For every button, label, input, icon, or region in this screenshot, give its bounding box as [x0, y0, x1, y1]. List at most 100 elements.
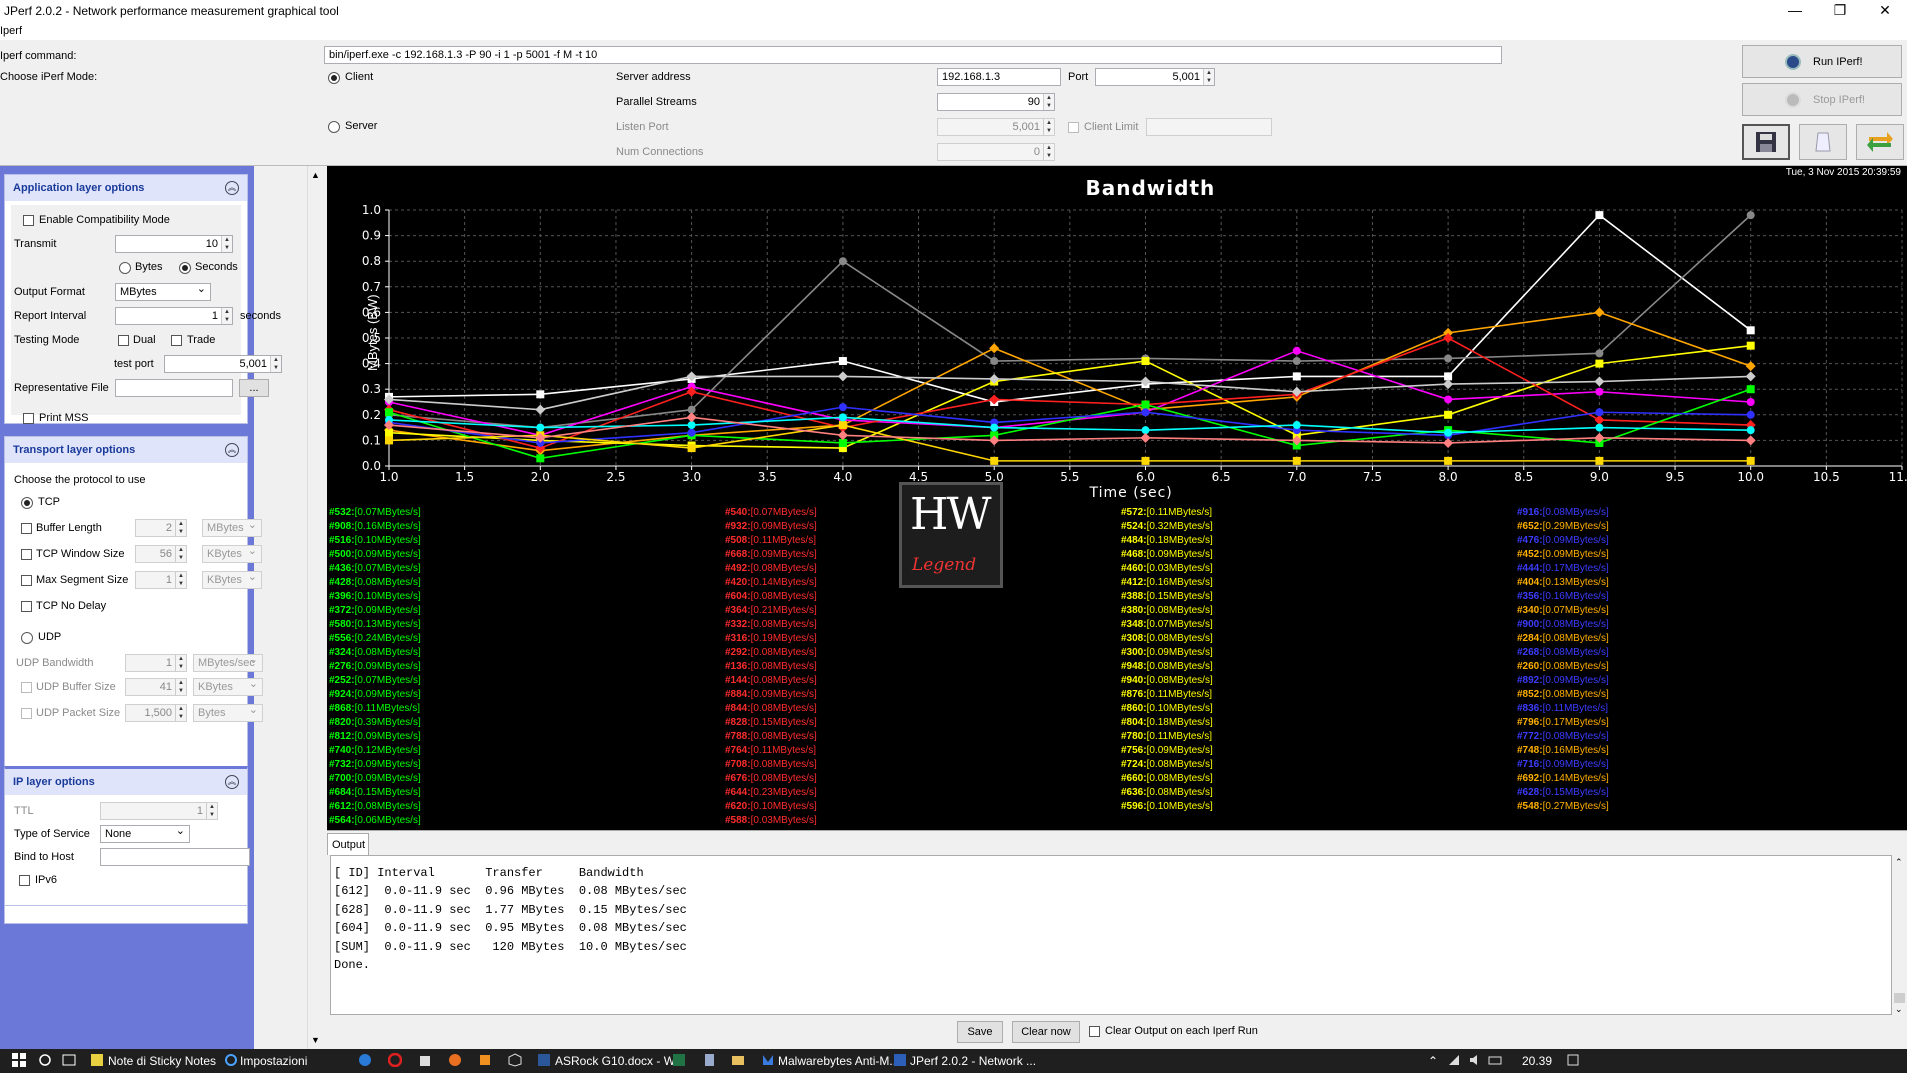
taskbar-item-sticky-notes[interactable]: Note di Sticky Notes	[108, 1054, 216, 1068]
buffer-spinner[interactable]: ▲ ▼	[175, 520, 186, 536]
edge-icon[interactable]	[358, 1053, 372, 1067]
folder-icon[interactable]	[731, 1053, 745, 1067]
collapse-chevron-icon[interactable]: ︽	[225, 181, 239, 195]
taskbar-item-word[interactable]: ASRock G10.docx - W...	[555, 1054, 684, 1068]
mss-spinner[interactable]: ▲ ▼	[175, 572, 186, 588]
close-button[interactable]: ✕	[1863, 0, 1907, 22]
collapse-chevron-icon[interactable]: ︽	[225, 443, 239, 457]
maximize-button[interactable]: ❐	[1818, 0, 1862, 22]
ttl-spinner[interactable]: ▲ ▼	[206, 803, 217, 819]
server-address-field[interactable]: 192.168.1.3	[937, 68, 1061, 86]
tcp-window-field[interactable]: 56 ▲ ▼	[135, 545, 187, 563]
scroll-up-icon[interactable]: ⌃	[1895, 857, 1903, 868]
udp-packet-field[interactable]: 1,500 ▲ ▼	[125, 704, 187, 722]
transmit-field[interactable]: 10 ▲ ▼	[115, 235, 233, 253]
listen-port-field[interactable]: 5,001 ▲ ▼	[937, 118, 1055, 136]
scroll-thumb[interactable]	[1894, 993, 1905, 1003]
windows-start-icon[interactable]	[12, 1053, 26, 1067]
udp-buffer-checkbox[interactable]	[21, 682, 32, 693]
excel-icon[interactable]	[672, 1053, 686, 1067]
port-field[interactable]: 5,001 ▲ ▼	[1095, 68, 1215, 86]
rep-file-field[interactable]	[115, 379, 233, 397]
taskbar-item-malwarebytes[interactable]: Malwarebytes Anti-M...	[778, 1054, 899, 1068]
save-output-button[interactable]: Save	[957, 1021, 1003, 1043]
media-player-icon[interactable]	[478, 1053, 492, 1067]
output-console[interactable]: [ ID] Interval Transfer Bandwidth [612] 0…	[330, 855, 1892, 1015]
notepad-icon[interactable]	[702, 1053, 716, 1067]
command-field[interactable]: bin/iperf.exe -c 192.168.1.3 -P 90 -i 1 …	[324, 46, 1502, 64]
keyboard-icon[interactable]	[1488, 1053, 1502, 1067]
tcp-window-checkbox[interactable]	[21, 549, 32, 560]
application-layer-header[interactable]: Application layer options	[5, 175, 247, 201]
minimize-button[interactable]: —	[1773, 0, 1817, 22]
client-radio[interactable]	[328, 72, 340, 84]
seconds-radio[interactable]	[179, 262, 191, 274]
parallel-streams-field[interactable]: 90 ▲ ▼	[937, 93, 1055, 111]
test-port-field[interactable]: 5,001 ▲ ▼	[164, 355, 282, 373]
tcp-nodelay-checkbox[interactable]	[21, 601, 32, 612]
compat-mode-checkbox[interactable]	[23, 215, 34, 226]
ip-layer-header[interactable]: IP layer options	[5, 769, 247, 795]
ttl-field[interactable]: 1 ▲ ▼	[100, 802, 218, 820]
run-iperf-button[interactable]: Run IPerf!	[1742, 45, 1902, 78]
taskbar-item-jperf[interactable]: JPerf 2.0.2 - Network ...	[910, 1054, 1036, 1068]
udp-bw-unit-select[interactable]: MBytes/sec	[193, 653, 263, 672]
output-scrollbar[interactable]: ⌃ ⌄	[1892, 855, 1907, 1015]
clear-now-button[interactable]: Clear now	[1012, 1021, 1080, 1043]
mss-field[interactable]: 1 ▲ ▼	[135, 571, 187, 589]
tray-chevron-icon[interactable]: ⌃	[1428, 1054, 1438, 1068]
bind-host-field[interactable]	[100, 848, 250, 866]
udp-bw-spinner[interactable]: ▲ ▼	[175, 655, 186, 671]
clear-each-run-checkbox[interactable]	[1089, 1026, 1100, 1037]
bytes-radio[interactable]	[119, 262, 131, 274]
scroll-down-icon[interactable]: ▼	[311, 1035, 320, 1045]
browse-button[interactable]: ...	[239, 379, 269, 397]
udp-packet-checkbox[interactable]	[21, 708, 32, 719]
udp-buffer-field[interactable]: 41 ▲ ▼	[125, 678, 187, 696]
box-icon[interactable]	[508, 1053, 522, 1067]
clear-graph-button[interactable]	[1799, 124, 1847, 160]
tcp-radio[interactable]	[21, 497, 33, 509]
dual-checkbox[interactable]	[118, 335, 129, 346]
listen-port-spinner[interactable]: ▲ ▼	[1043, 119, 1054, 135]
print-mss-checkbox[interactable]	[23, 413, 34, 424]
num-connections-spinner[interactable]: ▲ ▼	[1043, 144, 1054, 160]
notifications-icon[interactable]	[1566, 1053, 1580, 1067]
sidebar-scrollbar[interactable]: ▲ ▼	[307, 166, 324, 1049]
task-view-icon[interactable]	[62, 1053, 76, 1067]
test-port-spinner[interactable]: ▲ ▼	[270, 356, 281, 372]
report-interval-field[interactable]: 1 ▲ ▼	[115, 307, 233, 325]
search-icon[interactable]	[38, 1053, 52, 1067]
buffer-unit-select[interactable]: MBytes	[202, 518, 262, 537]
output-format-select[interactable]: MBytes	[115, 282, 211, 301]
client-limit-field[interactable]	[1146, 118, 1272, 136]
udp-buf-spinner[interactable]: ▲ ▼	[175, 679, 186, 695]
tab-output[interactable]: Output	[327, 833, 369, 855]
volume-icon[interactable]	[1468, 1053, 1482, 1067]
server-radio[interactable]	[328, 121, 340, 133]
buffer-length-checkbox[interactable]	[21, 523, 32, 534]
ipv6-checkbox[interactable]	[19, 875, 30, 886]
tos-select[interactable]: None	[100, 824, 190, 843]
trade-checkbox[interactable]	[171, 335, 182, 346]
scroll-up-icon[interactable]: ▲	[311, 170, 320, 180]
window-unit-select[interactable]: KBytes	[202, 544, 262, 563]
udp-bandwidth-field[interactable]: 1 ▲ ▼	[125, 654, 187, 672]
network-icon[interactable]	[1447, 1053, 1461, 1067]
parallel-spinner[interactable]: ▲ ▼	[1043, 94, 1054, 110]
udp-pkt-spinner[interactable]: ▲ ▼	[175, 705, 186, 721]
store-icon[interactable]	[418, 1053, 432, 1067]
menu-iperf[interactable]: Iperf	[0, 25, 22, 37]
udp-buf-unit-select[interactable]: KBytes	[193, 677, 263, 696]
restore-defaults-button[interactable]	[1856, 124, 1904, 160]
port-spinner[interactable]: ▲ ▼	[1203, 69, 1214, 85]
taskbar-item-impostazioni[interactable]: Impostazioni	[240, 1054, 307, 1068]
report-spinner[interactable]: ▲ ▼	[221, 308, 232, 324]
client-limit-checkbox[interactable]	[1068, 122, 1079, 133]
collapse-chevron-icon[interactable]: ︽	[225, 775, 239, 789]
mss-unit-select[interactable]: KBytes	[202, 570, 262, 589]
mss-checkbox[interactable]	[21, 575, 32, 586]
udp-pkt-unit-select[interactable]: Bytes	[193, 703, 263, 722]
firefox-icon[interactable]	[448, 1053, 462, 1067]
save-graph-button[interactable]	[1742, 124, 1790, 160]
